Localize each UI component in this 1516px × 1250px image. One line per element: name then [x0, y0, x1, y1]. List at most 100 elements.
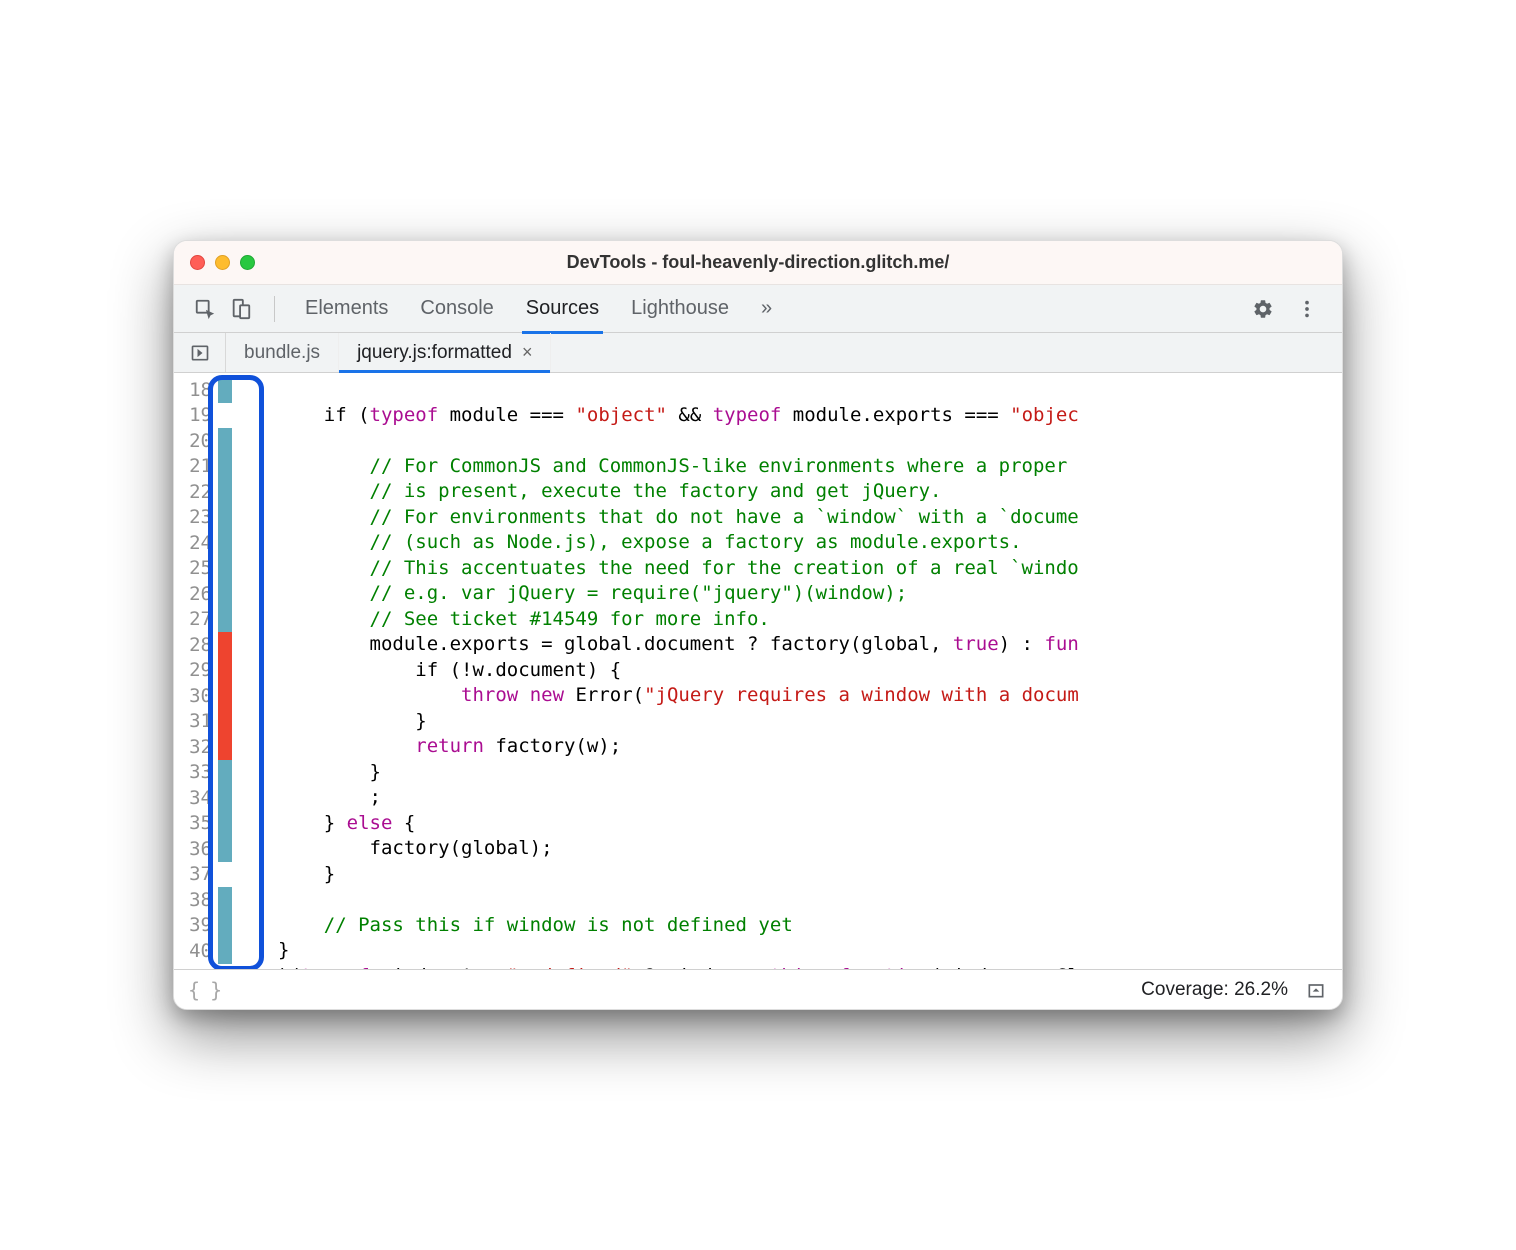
gutter-row[interactable]: 31	[174, 709, 254, 735]
close-window-button[interactable]	[190, 255, 205, 270]
code-line: factory(global);	[278, 837, 553, 859]
code-line: // See ticket #14549 for more info.	[278, 608, 770, 630]
coverage-bar	[218, 505, 232, 531]
code-line: if (!w.document) {	[278, 659, 621, 681]
gutter-row[interactable]: 25	[174, 556, 254, 582]
filetab-label: bundle.js	[244, 342, 320, 364]
tab-elements[interactable]: Elements	[301, 287, 392, 330]
coverage-bar	[218, 913, 232, 939]
coverage-bar	[218, 709, 232, 735]
code-line: // is present, execute the factory and g…	[278, 480, 941, 502]
coverage-bar	[218, 403, 232, 429]
gutter-row[interactable]: 28	[174, 632, 254, 658]
gutter-row[interactable]: 27	[174, 607, 254, 633]
tab-more[interactable]: »	[757, 287, 776, 330]
code-line	[278, 888, 289, 910]
gutter: 18 19202122 23 24 25 26 27 28 29 30 31 323334353637…	[174, 373, 254, 969]
code-line: // This accentuates the need for the cre…	[278, 557, 1079, 579]
toolbar-divider	[274, 296, 275, 322]
gutter-row[interactable]: 32	[174, 734, 254, 760]
line-number: 37	[174, 863, 218, 885]
coverage-bar	[218, 887, 232, 913]
minimize-window-button[interactable]	[215, 255, 230, 270]
code-line: }	[278, 761, 381, 783]
coverage-bar	[218, 811, 232, 837]
pretty-print-icon[interactable]: { }	[188, 978, 221, 1002]
code-line: if (typeof module === "object" && typeof…	[278, 404, 1079, 426]
gutter-row[interactable]: 34	[174, 785, 254, 811]
gutter-row[interactable]: 38	[174, 887, 254, 913]
gutter-row[interactable]: 21	[174, 454, 254, 480]
line-number: 38	[174, 889, 218, 911]
line-number: 28	[174, 634, 218, 656]
close-icon[interactable]: ×	[522, 342, 533, 363]
coverage-bar	[218, 581, 232, 607]
code-line: )(typeof window !== "undefined" ? window…	[278, 965, 1079, 970]
tab-sources[interactable]: Sources	[522, 287, 603, 330]
collapse-icon[interactable]	[1304, 978, 1328, 1002]
gutter-row[interactable]: 22	[174, 479, 254, 505]
inspect-element-icon[interactable]	[190, 294, 220, 324]
maximize-window-button[interactable]	[240, 255, 255, 270]
coverage-bar	[218, 785, 232, 811]
line-number: 19	[174, 404, 218, 426]
gutter-row[interactable]: 26	[174, 581, 254, 607]
coverage-bar	[218, 556, 232, 582]
code-line: // (such as Node.js), expose a factory a…	[278, 531, 1022, 553]
code-line: }	[278, 863, 335, 885]
gutter-row[interactable]: 29	[174, 658, 254, 684]
gutter-row[interactable]: 35	[174, 811, 254, 837]
coverage-text: Coverage: 26.2%	[1141, 979, 1288, 1001]
line-number: 29	[174, 659, 218, 681]
titlebar: DevTools - foul-heavenly-direction.glitc…	[174, 241, 1342, 285]
device-toolbar-icon[interactable]	[226, 294, 256, 324]
line-number: 31	[174, 710, 218, 732]
line-number: 26	[174, 583, 218, 605]
tab-console[interactable]: Console	[416, 287, 497, 330]
gutter-row[interactable]: 30	[174, 683, 254, 709]
gutter-row[interactable]: 37	[174, 862, 254, 888]
line-number: 27	[174, 608, 218, 630]
gutter-row[interactable]: 40	[174, 938, 254, 964]
devtools-toolbar: Elements Console Sources Lighthouse »	[174, 285, 1342, 333]
coverage-bar	[218, 734, 232, 760]
gutter-row[interactable]: 39	[174, 913, 254, 939]
gutter-row[interactable]: 24	[174, 530, 254, 556]
line-number: 35	[174, 812, 218, 834]
panel-tabs: Elements Console Sources Lighthouse »	[285, 287, 1236, 330]
devtools-window: DevTools - foul-heavenly-direction.glitc…	[173, 240, 1343, 1010]
line-number: 18	[174, 379, 218, 401]
tab-lighthouse[interactable]: Lighthouse	[627, 287, 733, 330]
filetab-bundle[interactable]: bundle.js	[226, 333, 339, 372]
gutter-row[interactable]: 20	[174, 428, 254, 454]
gutter-row[interactable]: 23	[174, 505, 254, 531]
coverage-bar	[218, 658, 232, 684]
line-number: 24	[174, 532, 218, 554]
gutter-row[interactable]: 33	[174, 760, 254, 786]
traffic-lights	[190, 255, 255, 270]
kebab-menu-icon[interactable]	[1292, 294, 1322, 324]
code-line: // e.g. var jQuery = require("jquery")(w…	[278, 582, 907, 604]
line-number: 32	[174, 736, 218, 758]
gutter-row[interactable]: 18	[174, 377, 254, 403]
code-line: // For CommonJS and CommonJS-like enviro…	[278, 455, 1079, 477]
code-line: module.exports = global.document ? facto…	[278, 633, 1079, 655]
gutter-row[interactable]: 36	[174, 836, 254, 862]
line-number: 25	[174, 557, 218, 579]
line-number: 23	[174, 506, 218, 528]
filetab-jquery[interactable]: jquery.js:formatted ×	[339, 333, 551, 372]
navigator-toggle-icon[interactable]	[174, 333, 226, 372]
gutter-row[interactable]: 19	[174, 403, 254, 429]
code-line: return factory(w);	[278, 735, 621, 757]
code-line: throw new Error("jQuery requires a windo…	[278, 684, 1079, 706]
code-line: }	[278, 710, 427, 732]
coverage-bar	[218, 683, 232, 709]
line-number: 30	[174, 685, 218, 707]
code-editor[interactable]: if (typeof module === "object" && typeof…	[254, 373, 1342, 969]
coverage-bar	[218, 632, 232, 658]
coverage-bar	[218, 454, 232, 480]
editor-area: 18 19202122 23 24 25 26 27 28 29 30 31 323334353637…	[174, 373, 1342, 969]
line-number: 22	[174, 481, 218, 503]
settings-icon[interactable]	[1248, 294, 1278, 324]
code-line: ;	[278, 786, 381, 808]
